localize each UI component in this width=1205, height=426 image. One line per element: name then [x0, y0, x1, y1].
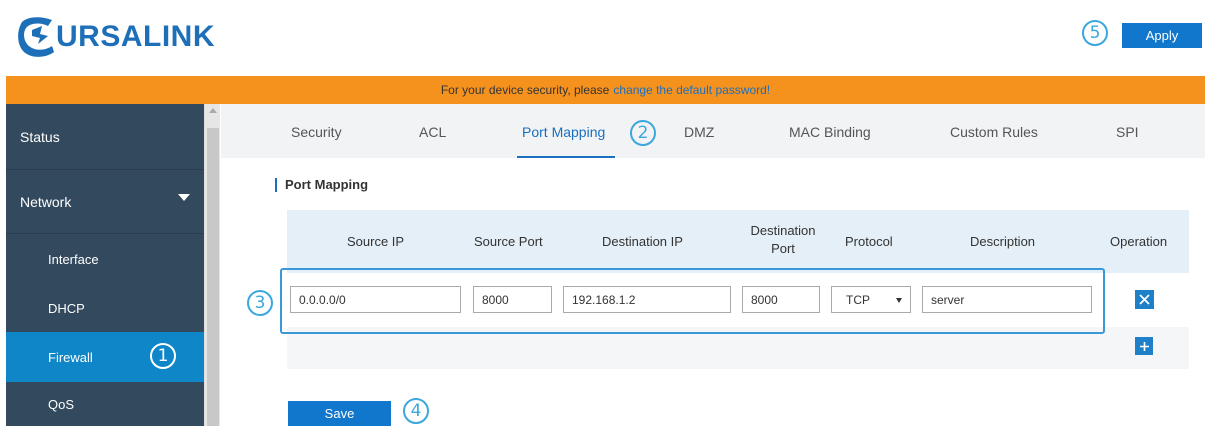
annotation-marker-firewall: 1: [150, 343, 176, 369]
annotation-marker-tab: 2: [630, 120, 656, 146]
sidebar-item-interface[interactable]: Interface: [6, 234, 204, 284]
active-tab-indicator: [517, 156, 615, 158]
source-ip-input[interactable]: 0.0.0.0/0: [290, 286, 461, 313]
apply-button[interactable]: Apply: [1122, 23, 1202, 48]
description-value: server: [931, 292, 965, 307]
add-row-button[interactable]: [1135, 337, 1153, 355]
column-header-destination-port-line1: Destination: [750, 223, 816, 238]
sidebar-item-dhcp[interactable]: DHCP: [6, 284, 204, 332]
column-header-source-port: Source Port: [474, 234, 543, 249]
protocol-value: TCP: [846, 292, 870, 307]
annotation-marker-row: 3: [247, 290, 273, 316]
destination-port-value: 8000: [751, 292, 778, 307]
ursalink-logo: URSALINK: [18, 12, 215, 62]
caret-down-icon: [178, 194, 190, 201]
scroll-up-arrow-icon[interactable]: [209, 108, 217, 113]
source-port-value: 8000: [482, 292, 509, 307]
annotation-marker-save: 4: [403, 398, 429, 424]
port-mapping-table-header: Source IP Source Port Destination IP Des…: [287, 210, 1189, 273]
tab-custom-rules[interactable]: Custom Rules: [950, 124, 1038, 140]
column-header-protocol: Protocol: [845, 234, 893, 249]
tab-dmz[interactable]: DMZ: [684, 124, 714, 140]
destination-ip-input[interactable]: 192.168.1.2: [563, 286, 731, 313]
logo-text: URSALINK: [56, 20, 215, 53]
column-header-description: Description: [970, 234, 1036, 249]
destination-ip-value: 192.168.1.2: [572, 292, 636, 307]
sidebar-item-qos[interactable]: QoS: [6, 382, 204, 426]
column-header-destination-port: Destination Port: [743, 223, 823, 256]
close-icon: [1139, 294, 1150, 305]
scrollbar-thumb[interactable]: [207, 128, 219, 426]
tab-spi[interactable]: SPI: [1116, 124, 1139, 140]
sidebar-item-label: Status: [20, 128, 60, 145]
annotation-marker-apply: 5: [1082, 20, 1108, 46]
column-header-operation: Operation: [1110, 234, 1168, 249]
save-button[interactable]: Save: [288, 401, 391, 426]
dropdown-arrow-icon: [896, 298, 902, 303]
destination-port-input[interactable]: 8000: [742, 286, 820, 313]
sidebar-item-status[interactable]: Status: [6, 104, 204, 170]
sidebar-item-label: Network: [20, 193, 72, 210]
sidebar-item-label: Interface: [48, 251, 99, 267]
protocol-select[interactable]: TCP: [831, 286, 911, 313]
column-header-destination-port-line2: Port: [771, 241, 795, 256]
router-config-page: URSALINK 5 Apply For your device securit…: [0, 0, 1205, 426]
sidebar: Status Network Interface DHCP Firewall 1…: [6, 104, 204, 426]
sidebar-item-network[interactable]: Network: [6, 170, 204, 234]
security-banner: For your device security, please change …: [6, 76, 1205, 104]
source-port-input[interactable]: 8000: [473, 286, 552, 313]
ursalink-bear-icon: [18, 17, 54, 57]
source-ip-value: 0.0.0.0/0: [299, 292, 346, 307]
tab-mac-binding[interactable]: MAC Binding: [789, 124, 871, 140]
sidebar-scrollbar[interactable]: [204, 104, 220, 426]
section-title: Port Mapping: [275, 178, 368, 192]
sidebar-item-label: Firewall: [48, 349, 93, 365]
delete-row-button[interactable]: [1135, 290, 1154, 309]
banner-text: For your device security, please: [440, 83, 610, 97]
change-password-link[interactable]: change the default password!: [613, 83, 770, 97]
tab-port-mapping[interactable]: Port Mapping: [522, 124, 605, 140]
plus-icon: [1139, 341, 1149, 351]
column-header-source-ip: Source IP: [347, 234, 405, 249]
sidebar-item-label: QoS: [48, 396, 75, 412]
tab-security[interactable]: Security: [291, 124, 342, 140]
description-input[interactable]: server: [922, 286, 1092, 313]
sidebar-item-firewall[interactable]: Firewall 1: [6, 332, 204, 382]
column-header-destination-ip: Destination IP: [602, 234, 683, 249]
firewall-tabs: Security ACL Port Mapping 2 DMZ MAC Bind…: [221, 104, 1205, 158]
sidebar-item-label: DHCP: [48, 300, 85, 316]
tab-acl[interactable]: ACL: [419, 124, 446, 140]
